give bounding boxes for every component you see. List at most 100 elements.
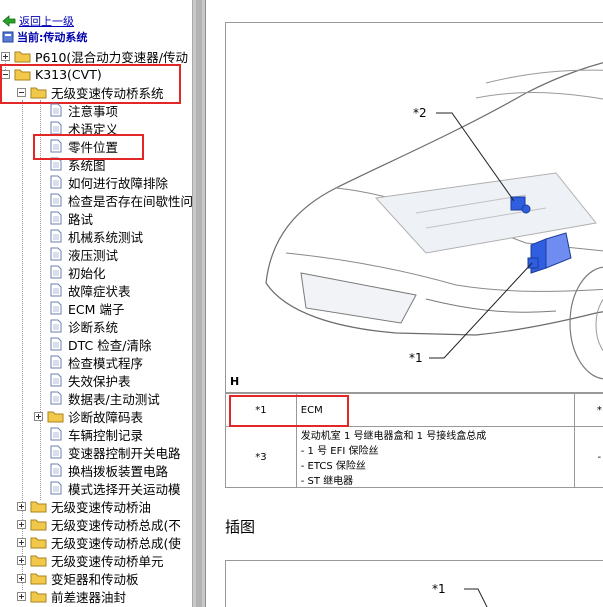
callout-label: *2 [413, 106, 427, 120]
tree-item-dtc-table[interactable]: 诊断故障码表 [34, 407, 143, 425]
tree-item-doc[interactable]: DTC 检查/清除 [50, 335, 151, 353]
expand-icon[interactable] [17, 519, 26, 529]
current-location: 当前:传动系统 [2, 30, 87, 44]
back-arrow-icon [2, 15, 16, 27]
document-icon [50, 193, 62, 207]
folder-icon [30, 519, 47, 530]
section-title: 插图 [225, 518, 256, 536]
tree-item-doc[interactable]: 模式选择开关运动模 [50, 479, 181, 497]
tree-item-label: 路试 [68, 211, 94, 227]
tree-item-folder[interactable]: 变矩器和传动板 [17, 569, 139, 587]
back-label[interactable]: 返回上一级 [19, 13, 74, 29]
tree-item-label: 变矩器和传动板 [51, 571, 139, 587]
table-line: - ST 继电器 [300, 476, 354, 487]
tree-item-label: 初始化 [68, 265, 106, 281]
tree-item-label: 机械系统测试 [68, 229, 144, 245]
expand-icon[interactable] [17, 501, 26, 511]
tree-item-folder[interactable]: 无级变速传动桥油 [17, 497, 151, 515]
tree-item-label: 如何进行故障排除 [68, 175, 169, 191]
tree-item-doc[interactable]: 车辆控制记录 [50, 425, 143, 443]
folder-icon [30, 501, 47, 512]
nav-tree-pane: 返回上一级 当前:传动系统 P610(混合动力变速器/传动 K313(CVT) … [0, 0, 192, 607]
document-icon [50, 427, 62, 441]
tree-item-doc[interactable]: 数据表/主动测试 [50, 389, 160, 407]
document-icon [50, 247, 62, 261]
tree-item-folder[interactable]: 无级变速传动桥总成(使 [17, 533, 181, 551]
tree-item-label: 注意事项 [68, 103, 119, 119]
document-icon [50, 211, 62, 225]
tree-item-doc[interactable]: 如何进行故障排除 [50, 173, 168, 191]
table-cell: *3 [225, 426, 297, 488]
callout-label: *1 [432, 582, 446, 596]
tree-item-label: 模式选择开关运动模 [68, 481, 181, 497]
tree-item-label: 诊断系统 [68, 319, 119, 335]
tree-item-doc[interactable]: 诊断系统 [50, 317, 118, 335]
document-icon [50, 319, 62, 333]
tree-item-label: 前差速器油封 [51, 589, 127, 605]
callout-label: *1 [409, 351, 423, 365]
tree-item-label: 检查模式程序 [68, 355, 144, 371]
tree-item-folder[interactable]: 前差速器油封 [17, 587, 126, 605]
tree-item-doc[interactable]: 检查模式程序 [50, 353, 143, 371]
folder-icon [30, 591, 47, 602]
highlight-box [0, 64, 181, 104]
content-pane: *2 *1 H *1 ECM * *3 发动机室 1 号继电器盒和 1 号接线盒… [206, 0, 603, 607]
expand-icon[interactable] [1, 51, 10, 61]
tree-item-doc[interactable]: 故障症状表 [50, 281, 131, 299]
table-line: - ETCS 保险丝 [300, 461, 366, 472]
tree-item-label: 检查是否存在间歇性问 [68, 193, 192, 209]
document-icon [50, 229, 62, 243]
tree-item-label: 诊断故障码表 [68, 409, 144, 425]
pane-splitter[interactable] [192, 0, 206, 607]
tree-item-label: 数据表/主动测试 [68, 391, 160, 407]
back-link[interactable]: 返回上一级 [2, 13, 74, 29]
table-cell: - [573, 426, 603, 488]
expand-icon[interactable] [17, 573, 26, 583]
folder-icon [30, 555, 47, 566]
tree-item-folder[interactable]: 无级变速传动桥单元 [17, 551, 164, 569]
tree-item-label: ECM 端子 [68, 301, 125, 317]
tree-item-doc[interactable]: 液压测试 [50, 245, 118, 263]
tree-item-doc[interactable]: 路试 [50, 209, 93, 227]
car-illustration: *2 *1 [265, 62, 603, 380]
document-icon [50, 373, 62, 387]
document-icon [50, 283, 62, 297]
document-icon [50, 337, 62, 351]
tree-item-folder[interactable]: 无级变速传动桥总成(不 [17, 515, 181, 533]
component-location-figure: *2 *1 H [225, 22, 603, 393]
expand-icon[interactable] [17, 537, 26, 547]
tree-item-p610[interactable]: P610(混合动力变速器/传动 [1, 47, 188, 65]
tree-item-doc[interactable]: 失效保护表 [50, 371, 131, 389]
document-icon [50, 301, 62, 315]
table-row: *3 发动机室 1 号继电器盒和 1 号接线盒总成 - 1 号 EFI 保险丝 … [225, 426, 603, 488]
tree-item-label: P610(混合动力变速器/传动 [35, 49, 188, 65]
tree-item-doc[interactable]: 变速器控制开关电路 [50, 443, 181, 461]
expand-icon[interactable] [17, 555, 26, 565]
tree-item-doc[interactable]: 机械系统测试 [50, 227, 143, 245]
expand-icon[interactable] [34, 411, 43, 421]
tree-item-label: DTC 检查/清除 [68, 337, 152, 353]
tree-item-label: 无级变速传动桥总成(使 [51, 535, 181, 551]
document-icon [50, 265, 62, 279]
ecm-blue [527, 232, 572, 274]
tree-item-doc[interactable]: 检查是否存在间歇性问 [50, 191, 192, 209]
tree-item-doc[interactable]: 换档拨板装置电路 [50, 461, 168, 479]
tree-item-label: 无级变速传动桥总成(不 [51, 517, 181, 533]
tree-item-label: 液压测试 [68, 247, 119, 263]
current-location-label: 当前:传动系统 [17, 31, 88, 44]
document-icon [50, 391, 62, 405]
tree-item-doc[interactable]: 初始化 [50, 263, 106, 281]
book-icon [2, 31, 14, 43]
tree-item-doc[interactable]: ECM 端子 [50, 299, 124, 317]
folder-icon [30, 537, 47, 548]
table-line: - 1 号 EFI 保险丝 [300, 446, 379, 457]
view-letter: H [230, 375, 240, 388]
expand-icon[interactable] [17, 591, 26, 601]
folder-icon [30, 573, 47, 584]
tree-item-label: 故障症状表 [68, 283, 131, 299]
document-icon [50, 481, 62, 495]
document-icon [50, 355, 62, 369]
tree-item-label: 无级变速传动桥油 [51, 499, 152, 515]
folder-icon [14, 51, 31, 62]
tree-item-doc[interactable]: 注意事项 [50, 101, 118, 119]
